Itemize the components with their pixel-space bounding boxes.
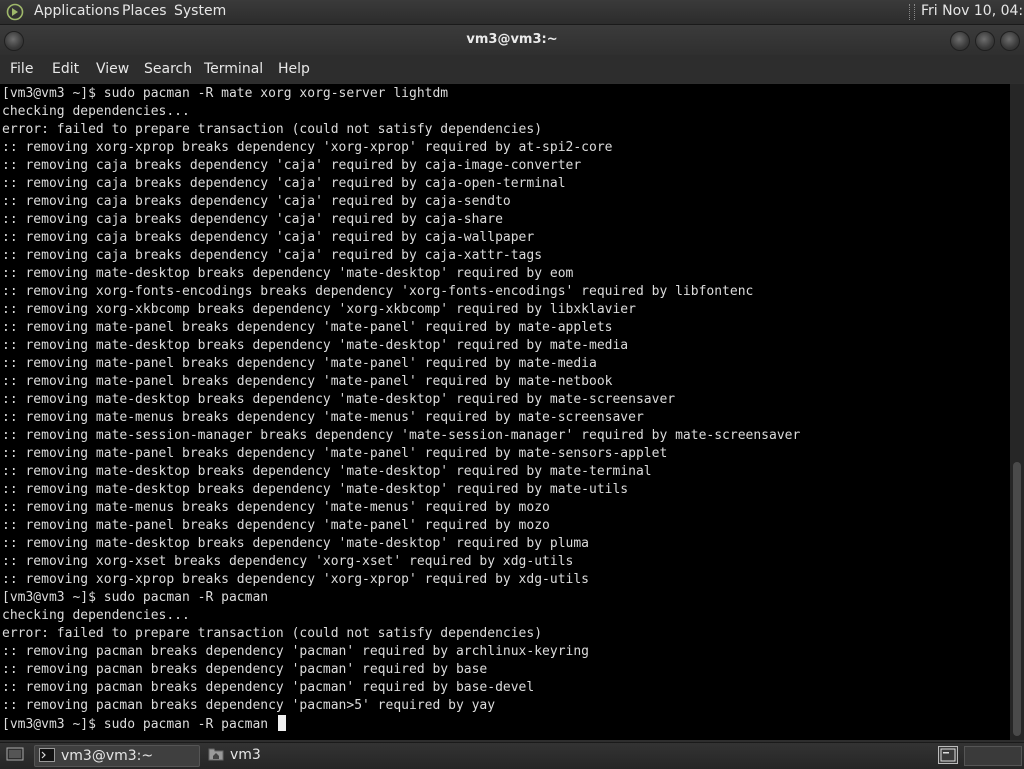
scrollbar-thumb[interactable] <box>1013 462 1021 736</box>
taskbar-item-folder[interactable]: vm3 <box>204 745 324 765</box>
terminal-line: :: removing mate-desktop breaks dependen… <box>2 536 589 551</box>
workspace-2[interactable] <box>964 746 1022 766</box>
distro-logo-icon[interactable] <box>6 3 24 21</box>
close-button[interactable] <box>1000 31 1020 51</box>
taskbar-item-label: vm3 <box>230 747 261 763</box>
terminal-line: :: removing mate-session-manager breaks … <box>2 428 801 443</box>
terminal-icon <box>39 748 55 762</box>
workspace-switcher-icon[interactable] <box>938 746 958 764</box>
terminal-line: checking dependencies... <box>2 608 190 623</box>
places-menu[interactable]: Places <box>122 3 167 19</box>
terminal-line: :: removing caja breaks dependency 'caja… <box>2 158 582 173</box>
menubar: File Edit View Search Terminal Help <box>0 55 1024 83</box>
terminal-line: :: removing pacman breaks dependency 'pa… <box>2 698 496 713</box>
minimize-button[interactable] <box>950 31 970 51</box>
home-folder-icon <box>208 748 224 761</box>
terminal-line: :: removing mate-desktop breaks dependen… <box>2 464 652 479</box>
clock[interactable]: Fri Nov 10, 04:01 <box>921 3 1024 19</box>
panel-handle[interactable] <box>909 4 915 20</box>
applications-menu[interactable]: Applications <box>34 3 120 19</box>
terminal-line: :: removing mate-desktop breaks dependen… <box>2 482 629 497</box>
terminal-line: [vm3@vm3 ~]$ sudo pacman -R pacman <box>2 590 269 605</box>
prompt-text: [vm3@vm3 ~]$ sudo pacman -R pacman <box>2 717 276 732</box>
bottom-panel: vm3@vm3:~ vm3 <box>0 742 1024 769</box>
terminal-line: :: removing mate-menus breaks dependency… <box>2 410 644 425</box>
terminal-line: :: removing mate-panel breaks dependency… <box>2 320 613 335</box>
terminal-line: :: removing xorg-xkbcomp breaks dependen… <box>2 302 636 317</box>
terminal-line: :: removing caja breaks dependency 'caja… <box>2 176 566 191</box>
taskbar-item-terminal[interactable]: vm3@vm3:~ <box>34 745 200 767</box>
terminal-line: error: failed to prepare transaction (co… <box>2 122 543 137</box>
terminal-line: :: removing mate-panel breaks dependency… <box>2 518 550 533</box>
terminal-line: checking dependencies... <box>2 104 190 119</box>
terminal-window: vm3@vm3:~ File Edit View Search Terminal… <box>0 25 1024 742</box>
terminal-line: [vm3@vm3 ~]$ sudo pacman -R mate xorg xo… <box>2 86 449 101</box>
terminal-prompt-line[interactable]: [vm3@vm3 ~]$ sudo pacman -R pacman <box>2 715 800 733</box>
terminal-line: :: removing caja breaks dependency 'caja… <box>2 230 535 245</box>
menu-view[interactable]: View <box>96 61 129 77</box>
terminal-line: :: removing mate-menus breaks dependency… <box>2 500 550 515</box>
terminal-line: :: removing mate-panel breaks dependency… <box>2 374 613 389</box>
terminal-scrollbar[interactable] <box>1010 84 1024 740</box>
window-title: vm3@vm3:~ <box>466 32 558 47</box>
terminal-line: :: removing pacman breaks dependency 'pa… <box>2 680 535 695</box>
terminal-line: :: removing xorg-xprop breaks dependency… <box>2 140 613 155</box>
menu-help[interactable]: Help <box>278 61 310 77</box>
terminal-output[interactable]: [vm3@vm3 ~]$ sudo pacman -R mate xorg xo… <box>0 84 1010 740</box>
terminal-line: :: removing pacman breaks dependency 'pa… <box>2 662 488 677</box>
terminal-line: :: removing xorg-xset breaks dependency … <box>2 554 574 569</box>
show-desktop-icon[interactable] <box>6 747 24 763</box>
system-menu[interactable]: System <box>174 3 226 19</box>
terminal-text: [vm3@vm3 ~]$ sudo pacman -R mate xorg xo… <box>2 85 800 733</box>
terminal-line: :: removing xorg-fonts-encodings breaks … <box>2 284 754 299</box>
terminal-line: :: removing caja breaks dependency 'caja… <box>2 194 511 209</box>
menu-file[interactable]: File <box>10 61 33 77</box>
terminal-cursor <box>277 715 286 731</box>
terminal-line: :: removing mate-desktop breaks dependen… <box>2 266 574 281</box>
terminal-line: error: failed to prepare transaction (co… <box>2 626 543 641</box>
taskbar-item-label: vm3@vm3:~ <box>61 748 154 764</box>
menu-terminal[interactable]: Terminal <box>204 61 263 77</box>
terminal-line: :: removing caja breaks dependency 'caja… <box>2 212 503 227</box>
top-panel: Applications Places System Fri Nov 10, 0… <box>0 0 1024 25</box>
menu-search[interactable]: Search <box>144 61 192 77</box>
window-titlebar[interactable]: vm3@vm3:~ <box>0 25 1024 55</box>
maximize-button[interactable] <box>975 31 995 51</box>
terminal-line: :: removing mate-desktop breaks dependen… <box>2 392 676 407</box>
terminal-line: :: removing xorg-xprop breaks dependency… <box>2 572 589 587</box>
terminal-line: :: removing mate-desktop breaks dependen… <box>2 338 629 353</box>
terminal-line: :: removing pacman breaks dependency 'pa… <box>2 644 589 659</box>
terminal-line: :: removing mate-panel breaks dependency… <box>2 446 668 461</box>
terminal-line: :: removing mate-panel breaks dependency… <box>2 356 597 371</box>
menu-edit[interactable]: Edit <box>52 61 79 77</box>
terminal-line: :: removing caja breaks dependency 'caja… <box>2 248 543 263</box>
